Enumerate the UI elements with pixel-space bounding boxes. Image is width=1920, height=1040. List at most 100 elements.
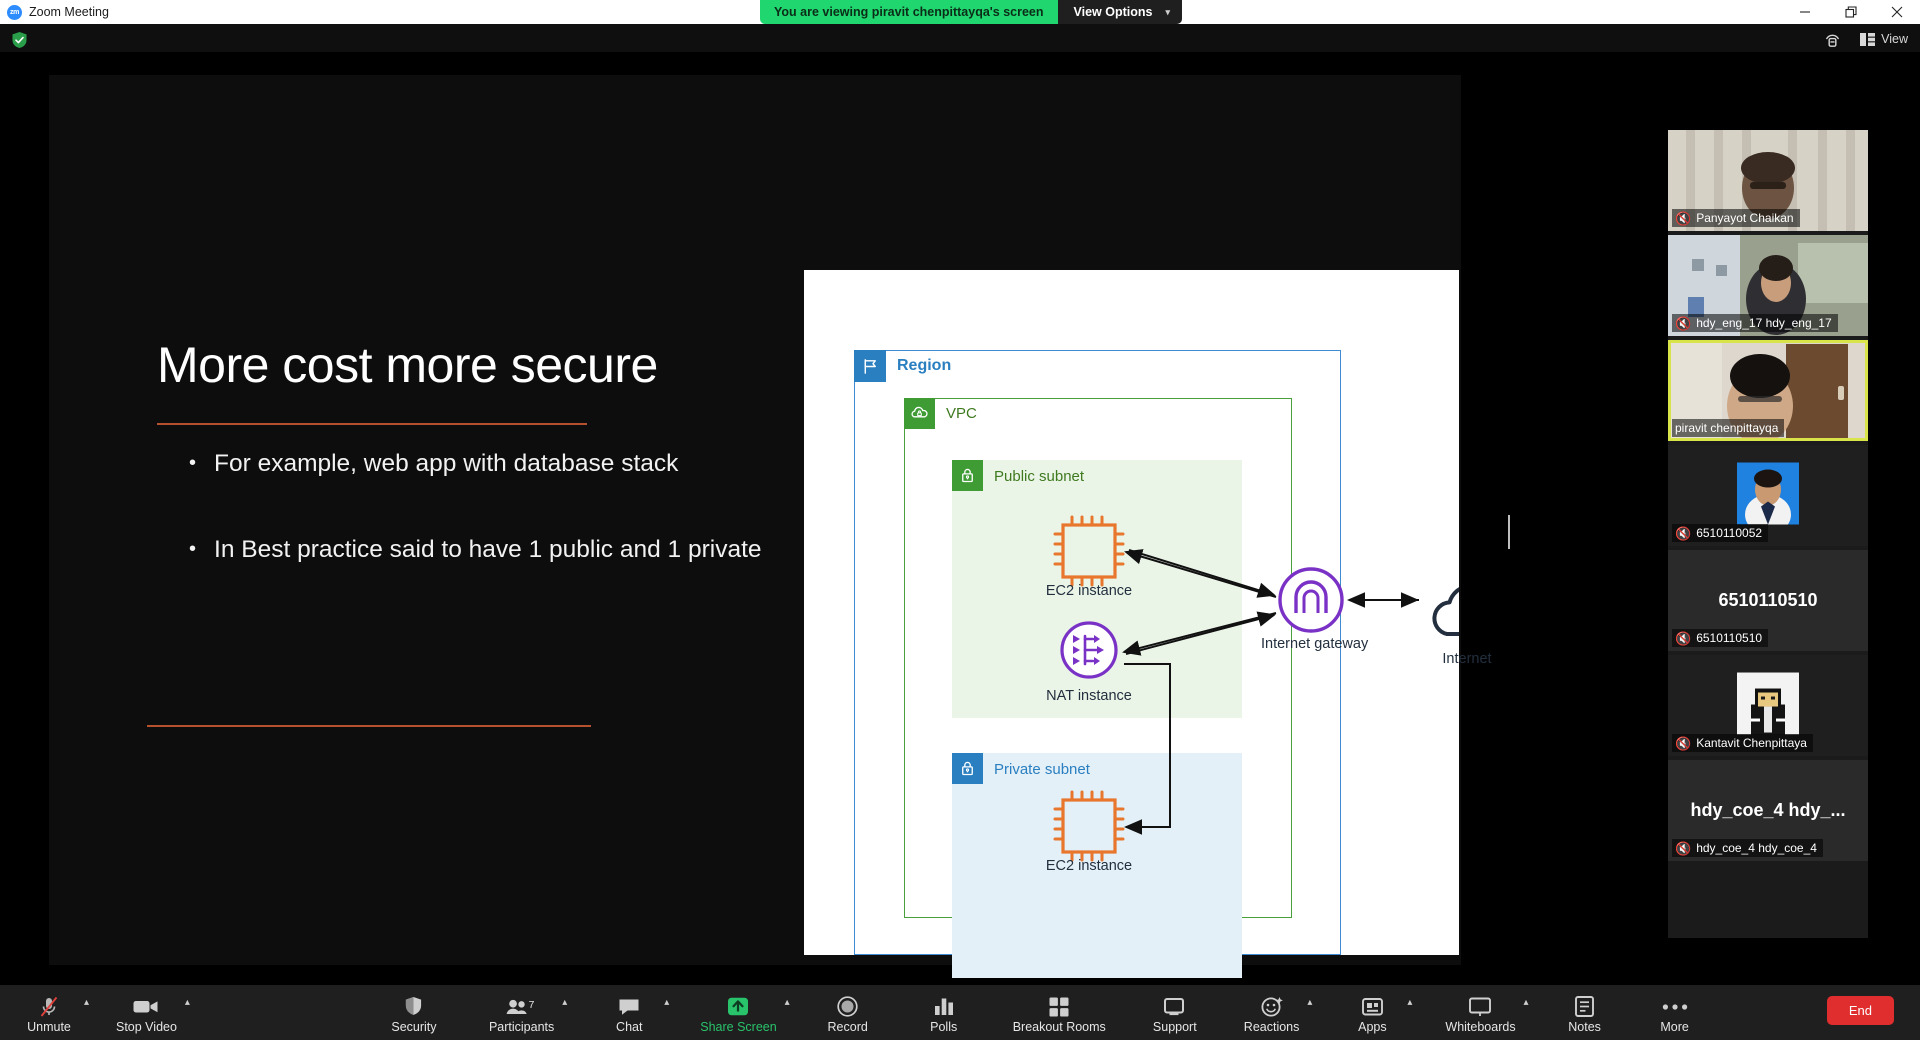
participant-video-rail[interactable]: 🔇 Panyayot Chaikan 🔇 hdy_eng_17 hdy_eng_…	[1668, 130, 1868, 938]
notes-label: Notes	[1568, 1021, 1601, 1034]
participant-tile[interactable]: 🔇 6510110052	[1668, 445, 1868, 546]
view-label: View	[1881, 32, 1908, 46]
internet-gateway-label: Internet gateway	[1261, 635, 1361, 653]
breakout-rooms-icon	[1049, 996, 1069, 1018]
remote-control-icon[interactable]	[1823, 30, 1842, 49]
zoom-logo-icon: zm	[7, 5, 22, 20]
shield-icon	[404, 996, 423, 1018]
reactions-label: Reactions	[1244, 1021, 1300, 1034]
vpc-label: VPC	[946, 405, 977, 422]
participant-name-chip: 🔇 6510110510	[1672, 629, 1768, 647]
bullet-dot-icon: •	[189, 448, 196, 481]
participant-name-chip: 🔇 6510110052	[1672, 524, 1768, 542]
audio-options-chevron-icon[interactable]: ▴	[84, 997, 89, 1008]
participant-tile[interactable]: 6510110510 🔇 6510110510	[1668, 550, 1868, 651]
reactions-options-chevron-icon[interactable]: ▴	[1307, 997, 1312, 1008]
microphone-muted-icon	[39, 996, 59, 1018]
record-button[interactable]: Record	[821, 985, 875, 1040]
share-screen-icon	[727, 996, 749, 1018]
participant-tile-active-speaker[interactable]: piravit chenpittayqa	[1668, 340, 1868, 441]
chat-button[interactable]: Chat ▴	[602, 985, 656, 1040]
bullet-text: In Best practice said to have 1 public a…	[214, 534, 762, 567]
participant-tile[interactable]: 🔇 Kantavit Chenpittaya	[1668, 655, 1868, 756]
participants-icon: 7	[506, 996, 538, 1018]
restore-button[interactable]	[1828, 0, 1874, 24]
participant-tile[interactable]: 🔇 Panyayot Chaikan	[1668, 130, 1868, 231]
more-label: More	[1660, 1021, 1688, 1034]
shared-screen-stage[interactable]: More cost more secure • For example, web…	[49, 75, 1461, 965]
polls-button[interactable]: Polls	[917, 985, 971, 1040]
record-icon	[837, 996, 858, 1018]
bullet-text: For example, web app with database stack	[214, 448, 678, 481]
whiteboards-button[interactable]: Whiteboards ▴	[1445, 985, 1515, 1040]
minimize-button[interactable]	[1782, 0, 1828, 24]
security-label: Security	[391, 1021, 436, 1034]
support-button[interactable]: Support	[1148, 985, 1202, 1040]
text-cursor-caret	[1508, 515, 1510, 549]
top-right-tools: View	[1823, 28, 1908, 50]
list-item: • In Best practice said to have 1 public…	[189, 534, 769, 567]
more-button[interactable]: More	[1648, 985, 1702, 1040]
stop-video-label: Stop Video	[116, 1021, 177, 1034]
meeting-top-strip	[0, 24, 1920, 52]
participant-tile[interactable]: hdy_coe_4 hdy_... 🔇 hdy_coe_4 hdy_coe_4	[1668, 760, 1868, 861]
minimize-icon	[1799, 6, 1811, 18]
ec2-private-label: EC2 instance	[1039, 858, 1139, 874]
video-options-chevron-icon[interactable]: ▴	[185, 997, 190, 1008]
window-title: Zoom Meeting	[29, 5, 109, 19]
unmute-button[interactable]: Unmute ▴	[22, 985, 76, 1040]
polls-bars-icon	[933, 996, 955, 1018]
mic-muted-icon: 🔇	[1675, 317, 1691, 330]
participant-name: Kantavit Chenpittaya	[1696, 736, 1807, 750]
breakout-rooms-label: Breakout Rooms	[1013, 1021, 1106, 1034]
close-button[interactable]	[1874, 0, 1920, 24]
whiteboards-options-chevron-icon[interactable]: ▴	[1524, 997, 1529, 1008]
apps-button[interactable]: Apps ▴	[1345, 985, 1399, 1040]
chat-options-chevron-icon[interactable]: ▴	[664, 997, 669, 1008]
view-options-button[interactable]: View Options ▾	[1058, 0, 1182, 24]
breakout-rooms-button[interactable]: Breakout Rooms	[1013, 985, 1106, 1040]
more-ellipsis-icon	[1662, 996, 1688, 1018]
polls-label: Polls	[930, 1021, 957, 1034]
end-meeting-button[interactable]: End	[1827, 996, 1894, 1025]
participant-name-chip: 🔇 hdy_coe_4 hdy_coe_4	[1672, 839, 1823, 857]
window-controls	[1782, 0, 1920, 24]
internet-label: Internet	[1422, 651, 1512, 667]
whiteboards-label: Whiteboards	[1445, 1021, 1515, 1034]
layout-view-icon	[1860, 33, 1875, 46]
stop-video-button[interactable]: Stop Video ▴	[116, 985, 177, 1040]
screen-share-banner-group: You are viewing piravit chenpittayqa's s…	[760, 0, 1182, 24]
participant-tile[interactable]: 🔇 hdy_eng_17 hdy_eng_17	[1668, 235, 1868, 336]
vpc-cloud-icon	[904, 398, 935, 429]
shield-encryption-icon[interactable]	[10, 31, 28, 49]
public-subnet-lock-icon	[952, 460, 983, 491]
participant-name-chip: 🔇 Panyayot Chaikan	[1672, 209, 1800, 227]
view-options-label: View Options	[1074, 5, 1153, 19]
participant-name: 6510110052	[1696, 526, 1762, 540]
meeting-toolbar: Unmute ▴ Stop Video ▴ Security	[0, 985, 1920, 1040]
support-icon	[1164, 996, 1185, 1018]
view-layout-button[interactable]: View	[1860, 32, 1908, 46]
apps-options-chevron-icon[interactable]: ▴	[1407, 997, 1412, 1008]
security-button[interactable]: Security	[387, 985, 441, 1040]
private-subnet-lock-icon	[952, 753, 983, 784]
mic-muted-icon: 🔇	[1675, 212, 1691, 225]
notes-button[interactable]: Notes	[1558, 985, 1612, 1040]
public-subnet-label: Public subnet	[994, 468, 1084, 485]
participant-name: 6510110510	[1696, 631, 1762, 645]
title-bar: zm Zoom Meeting You are viewing piravit …	[0, 0, 1920, 24]
share-options-chevron-icon[interactable]: ▴	[785, 997, 790, 1008]
participant-name: Panyayot Chaikan	[1696, 211, 1793, 225]
avatar	[1737, 462, 1799, 524]
slide-bullet-list: • For example, web app with database sta…	[189, 448, 769, 619]
reactions-button[interactable]: Reactions ▴	[1244, 985, 1300, 1040]
list-item: • For example, web app with database sta…	[189, 448, 769, 481]
share-screen-button[interactable]: Share Screen ▴	[700, 985, 776, 1040]
participants-button[interactable]: 7 Participants ▴	[489, 985, 554, 1040]
region-label: Region	[897, 357, 951, 375]
mic-muted-icon: 🔇	[1675, 632, 1691, 645]
avatar	[1737, 672, 1799, 734]
nat-instance-label: NAT instance	[1039, 688, 1139, 704]
mic-muted-icon: 🔇	[1675, 737, 1691, 750]
participants-options-chevron-icon[interactable]: ▴	[562, 997, 567, 1008]
